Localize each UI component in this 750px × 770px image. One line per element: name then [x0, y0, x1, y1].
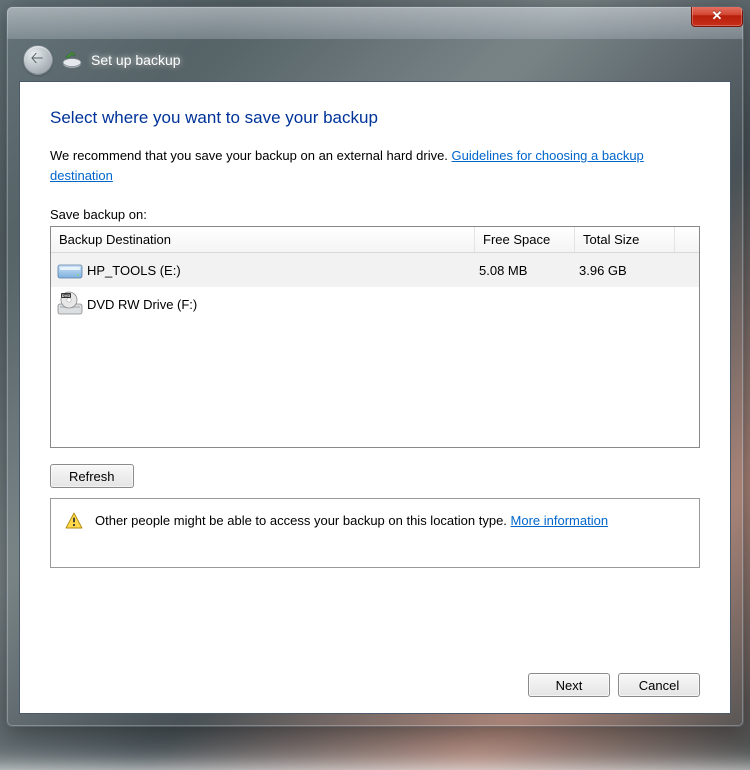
- drive-row-hp-tools[interactable]: HP_TOOLS (E:) 5.08 MB 3.96 GB: [51, 253, 699, 287]
- footer-buttons: Next Cancel: [50, 653, 700, 697]
- header-title: Set up backup: [91, 52, 181, 68]
- drive-row-dvd[interactable]: DVD DVD RW Drive (F:): [51, 287, 699, 321]
- recommend-text: We recommend that you save your backup o…: [50, 146, 700, 185]
- destination-list: Backup Destination Free Space Total Size…: [50, 226, 700, 448]
- titlebar: ✕: [7, 7, 743, 39]
- drive-name: HP_TOOLS (E:): [85, 263, 471, 278]
- warning-box: Other people might be able to access you…: [50, 498, 700, 568]
- backup-wizard-icon: [61, 49, 83, 71]
- warning-text: Other people might be able to access you…: [95, 513, 511, 528]
- drive-total: 3.96 GB: [571, 263, 671, 278]
- header-row: 🡠 Set up backup: [7, 39, 743, 81]
- wizard-heading: Select where you want to save your backu…: [50, 108, 700, 128]
- warning-icon: [65, 512, 83, 530]
- drive-name: DVD RW Drive (F:): [85, 297, 471, 312]
- drive-free: 5.08 MB: [471, 263, 571, 278]
- arrow-left-icon: 🡠: [31, 47, 44, 74]
- list-label: Save backup on:: [50, 207, 700, 222]
- next-button[interactable]: Next: [528, 673, 610, 697]
- refresh-button[interactable]: Refresh: [50, 464, 134, 488]
- column-free-space[interactable]: Free Space: [475, 227, 575, 252]
- close-icon: ✕: [712, 8, 723, 24]
- recommend-prefix: We recommend that you save your backup o…: [50, 148, 452, 163]
- column-total-size[interactable]: Total Size: [575, 227, 675, 252]
- list-header: Backup Destination Free Space Total Size: [51, 227, 699, 253]
- wizard-body: Select where you want to save your backu…: [19, 81, 731, 714]
- more-information-link[interactable]: More information: [511, 513, 609, 528]
- back-button[interactable]: 🡠: [23, 45, 53, 75]
- column-spacer: [675, 227, 699, 252]
- close-button[interactable]: ✕: [691, 6, 743, 27]
- column-destination[interactable]: Backup Destination: [51, 227, 475, 252]
- cancel-button[interactable]: Cancel: [618, 673, 700, 697]
- wizard-window: ✕ 🡠 Set up backup Select where you want …: [6, 6, 744, 727]
- hard-drive-icon: [55, 256, 85, 284]
- dvd-drive-icon: DVD: [55, 290, 85, 318]
- svg-text:DVD: DVD: [62, 293, 71, 298]
